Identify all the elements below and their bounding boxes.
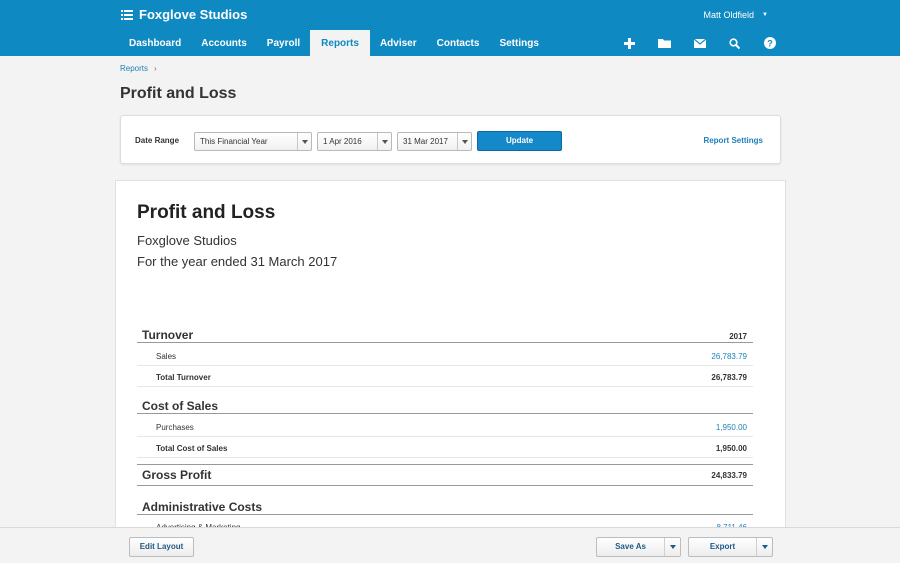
main-nav: Dashboard Accounts Payroll Reports Advis…: [119, 30, 549, 56]
purchases-label: Purchases: [156, 423, 194, 432]
edit-layout-button[interactable]: Edit Layout: [129, 537, 194, 557]
table-row: Purchases 1,950.00: [137, 417, 753, 437]
chevron-down-icon: [297, 133, 311, 150]
purchases-value-link[interactable]: 1,950.00: [716, 423, 747, 432]
table-row: Total Cost of Sales 1,950.00: [137, 438, 753, 458]
nav-settings[interactable]: Settings: [489, 30, 548, 56]
admin-costs-heading-row: Administrative Costs: [137, 499, 753, 515]
total-cost-of-sales-label: Total Cost of Sales: [156, 444, 228, 453]
year-column-header: 2017: [729, 332, 747, 341]
page-title: Profit and Loss: [120, 85, 237, 102]
export-label: Export: [709, 542, 736, 551]
bottom-toolbar: Edit Layout Save As Export: [0, 527, 900, 563]
date-range-label: Date Range: [135, 136, 180, 145]
gross-profit-row: Gross Profit 24,833.79: [137, 464, 753, 486]
admin-costs-heading: Administrative Costs: [142, 500, 263, 514]
mail-icon[interactable]: [682, 34, 717, 52]
plus-icon[interactable]: [612, 34, 647, 52]
nav-contacts[interactable]: Contacts: [427, 30, 490, 56]
to-date-select[interactable]: 31 Mar 2017: [397, 132, 472, 151]
user-menu[interactable]: Matt Oldfield ▼: [704, 10, 768, 20]
update-button[interactable]: Update: [477, 131, 562, 151]
org-switcher[interactable]: Foxglove Studios: [121, 7, 247, 22]
nav-reports[interactable]: Reports: [310, 30, 370, 56]
sales-label: Sales: [156, 352, 177, 361]
nav-dashboard[interactable]: Dashboard: [119, 30, 191, 56]
table-row: Sales 26,783.79: [137, 346, 753, 366]
breadcrumb: Reports ›: [120, 64, 157, 73]
turnover-heading: Turnover: [142, 328, 194, 342]
edit-layout-label: Edit Layout: [139, 542, 184, 551]
menu-icon: [121, 9, 133, 20]
report-period: For the year ended 31 March 2017: [137, 254, 338, 269]
save-as-label: Save As: [615, 542, 646, 551]
report-paper: Profit and Loss Foxglove Studios For the…: [115, 180, 786, 540]
nav-accounts[interactable]: Accounts: [191, 30, 257, 56]
total-turnover-value: 26,783.79: [711, 373, 747, 382]
cost-of-sales-heading: Cost of Sales: [142, 399, 219, 413]
gross-profit-value: 24,833.79: [711, 471, 747, 480]
date-range-value: This Financial Year: [200, 137, 268, 146]
from-date-select[interactable]: 1 Apr 2016: [317, 132, 392, 151]
table-row: Total Turnover 26,783.79: [137, 367, 753, 387]
chevron-down-icon: [377, 133, 391, 150]
chevron-down-icon[interactable]: [664, 538, 680, 556]
total-turnover-label: Total Turnover: [156, 373, 211, 382]
nav-icons: ?: [612, 34, 787, 52]
chevron-down-icon[interactable]: [756, 538, 772, 556]
nav-payroll[interactable]: Payroll: [257, 30, 310, 56]
chevron-right-icon: ›: [154, 64, 157, 73]
to-date-value: 31 Mar 2017: [403, 137, 448, 146]
chevron-down-icon: [457, 133, 471, 150]
nav-adviser[interactable]: Adviser: [370, 30, 427, 56]
turnover-heading-row: Turnover 2017: [137, 327, 753, 343]
help-icon[interactable]: ?: [752, 34, 787, 52]
report-settings-link[interactable]: Report Settings: [703, 136, 763, 145]
search-icon[interactable]: [717, 34, 752, 52]
user-name: Matt Oldfield: [703, 10, 755, 20]
gross-profit-label: Gross Profit: [142, 468, 212, 482]
cost-of-sales-heading-row: Cost of Sales: [137, 398, 753, 414]
top-bar: Foxglove Studios Matt Oldfield ▼ Dashboa…: [0, 0, 900, 56]
report-title: Profit and Loss: [137, 202, 276, 223]
svg-text:?: ?: [767, 38, 773, 48]
export-button[interactable]: Export: [688, 537, 773, 557]
breadcrumb-reports-link[interactable]: Reports: [120, 64, 148, 73]
date-range-select[interactable]: This Financial Year: [194, 132, 312, 151]
sales-value-link[interactable]: 26,783.79: [711, 352, 747, 361]
chevron-down-icon: ▼: [762, 12, 768, 18]
filter-panel: Date Range This Financial Year 1 Apr 201…: [120, 115, 781, 164]
total-cost-of-sales-value: 1,950.00: [715, 444, 747, 453]
report-org: Foxglove Studios: [137, 233, 237, 248]
from-date-value: 1 Apr 2016: [323, 137, 362, 146]
save-as-button[interactable]: Save As: [596, 537, 681, 557]
folder-icon[interactable]: [647, 34, 682, 52]
org-name: Foxglove Studios: [139, 7, 248, 22]
